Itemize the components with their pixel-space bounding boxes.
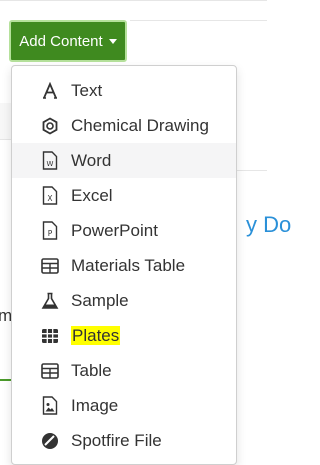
add-content-label: Add Content — [19, 32, 103, 50]
svg-text:W: W — [47, 160, 54, 168]
menu-item-plates[interactable]: Plates — [12, 318, 236, 353]
menu-item-excel[interactable]: X Excel — [12, 178, 236, 213]
menu-item-powerpoint[interactable]: P PowerPoint — [12, 213, 236, 248]
menu-item-label: Materials Table — [71, 255, 186, 275]
word-file-icon: W — [40, 151, 60, 171]
menu-item-sample[interactable]: Sample — [12, 283, 236, 318]
sample-flask-icon — [40, 291, 60, 311]
menu-item-label: PowerPoint — [71, 220, 158, 240]
menu-item-label: Sample — [71, 290, 129, 310]
menu-item-label: Text — [71, 80, 103, 100]
table-icon — [40, 361, 60, 381]
chemical-drawing-icon — [40, 116, 60, 136]
highlighted-label: Plates — [71, 325, 121, 345]
svg-text:P: P — [48, 229, 53, 238]
svg-text:X: X — [47, 194, 52, 203]
image-icon — [40, 396, 60, 416]
menu-item-materials-table[interactable]: Materials Table — [12, 248, 236, 283]
menu-item-table[interactable]: Table — [12, 353, 236, 388]
header-divider — [130, 20, 267, 21]
menu-item-label: Plates — [71, 325, 121, 346]
top-border — [0, 0, 267, 1]
powerpoint-file-icon: P — [40, 221, 60, 241]
add-content-menu: Text Chemical Drawing W Word X Excel P P… — [11, 65, 237, 465]
menu-item-label: Image — [71, 395, 119, 415]
materials-table-icon — [40, 256, 60, 276]
add-content-button[interactable]: Add Content — [9, 20, 127, 62]
menu-item-text[interactable]: Text — [12, 73, 236, 108]
caret-down-icon — [108, 39, 117, 44]
row-divider — [237, 170, 267, 171]
background-heading-fragment: y Do — [246, 212, 292, 237]
menu-item-label: Chemical Drawing — [71, 115, 209, 135]
text-a-icon — [40, 81, 60, 101]
spotfire-icon — [40, 431, 60, 451]
menu-item-label: Excel — [71, 185, 113, 205]
menu-item-label: Table — [71, 360, 112, 380]
menu-item-word[interactable]: W Word — [12, 143, 236, 178]
menu-item-chemical-drawing[interactable]: Chemical Drawing — [12, 108, 236, 143]
excel-file-icon: X — [40, 186, 60, 206]
plates-grid-icon — [40, 326, 60, 346]
menu-item-label: Word — [71, 150, 112, 170]
menu-item-spotfire-file[interactable]: Spotfire File — [12, 423, 236, 458]
menu-item-label: Spotfire File — [71, 430, 162, 450]
menu-item-image[interactable]: Image — [12, 388, 236, 423]
